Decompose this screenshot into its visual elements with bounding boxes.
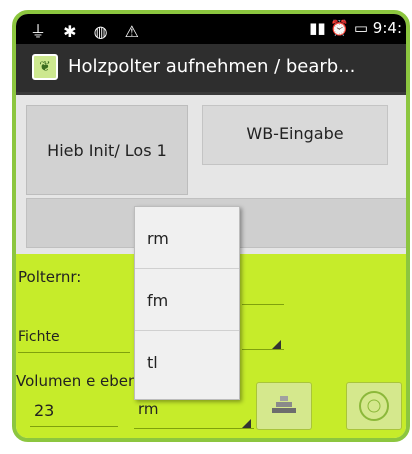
unit-dropdown: rm fm tl (134, 206, 240, 400)
tab-bar: Hieb Init/ Los 1 WB-Eingabe (16, 95, 406, 199)
species-spinner-line (18, 352, 130, 353)
status-icons: ⏚ ✱ ◍ ⚠ (30, 18, 145, 42)
app-icon: ◍ (93, 22, 114, 41)
calc-button[interactable] (346, 382, 402, 430)
tab-label: WB-Eingabe (246, 124, 344, 143)
status-right: ▮▮ ⏰ ▭ 9:4: (309, 19, 402, 37)
dropdown-option-fm[interactable]: fm (135, 269, 239, 331)
species-spinner-line-right (242, 349, 284, 350)
dropdown-option-label: tl (147, 353, 158, 372)
app-logo-icon: ❦ (32, 54, 58, 80)
volume-input-line (30, 426, 118, 427)
dropdown-option-label: fm (147, 291, 169, 310)
spinner-arrow-icon (242, 419, 251, 428)
page-title: Holzpolter aufnehmen / bearb... (68, 56, 356, 77)
dropdown-option-label: rm (147, 229, 169, 248)
unit-spinner-line (134, 428, 254, 429)
species-spinner-value[interactable]: Fichte (18, 329, 60, 345)
usb-icon: ⏚ (30, 22, 53, 41)
tab-label: Hieb Init/ Los 1 (47, 140, 167, 160)
status-bar: ⏚ ✱ ◍ ⚠ ▮▮ ⏰ ▭ 9:4: (16, 14, 406, 44)
warning-icon: ⚠ (124, 22, 146, 41)
unit-spinner-value[interactable]: rm (138, 400, 159, 418)
phone-frame: ⏚ ✱ ◍ ⚠ ▮▮ ⏰ ▭ 9:4: ❦ Holzpolter aufnehm… (12, 10, 410, 442)
volume-label: Volumen e eben: (16, 372, 143, 390)
app-title-bar: ❦ Holzpolter aufnehmen / bearb... (16, 44, 406, 95)
calc-circle-icon (359, 391, 389, 421)
stack-icon (272, 396, 296, 413)
dropdown-option-rm[interactable]: rm (135, 207, 239, 269)
tab-wb-eingabe[interactable]: WB-Eingabe (202, 105, 388, 165)
volume-input[interactable]: 23 (34, 401, 54, 420)
spinner-arrow-icon (272, 340, 281, 349)
polternr-input-line[interactable] (242, 304, 284, 305)
status-time: 9:4: (372, 19, 402, 37)
bug-icon: ✱ (63, 22, 83, 41)
alarm-icon: ⏰ (330, 19, 350, 37)
battery-icon: ▭ (353, 19, 369, 37)
dropdown-option-tl[interactable]: tl (135, 331, 239, 393)
signal-icon: ▮▮ (309, 19, 326, 37)
polternr-label: Polternr: (18, 268, 82, 286)
stack-button[interactable] (256, 382, 312, 430)
tab-hieb-init[interactable]: Hieb Init/ Los 1 (26, 105, 188, 195)
